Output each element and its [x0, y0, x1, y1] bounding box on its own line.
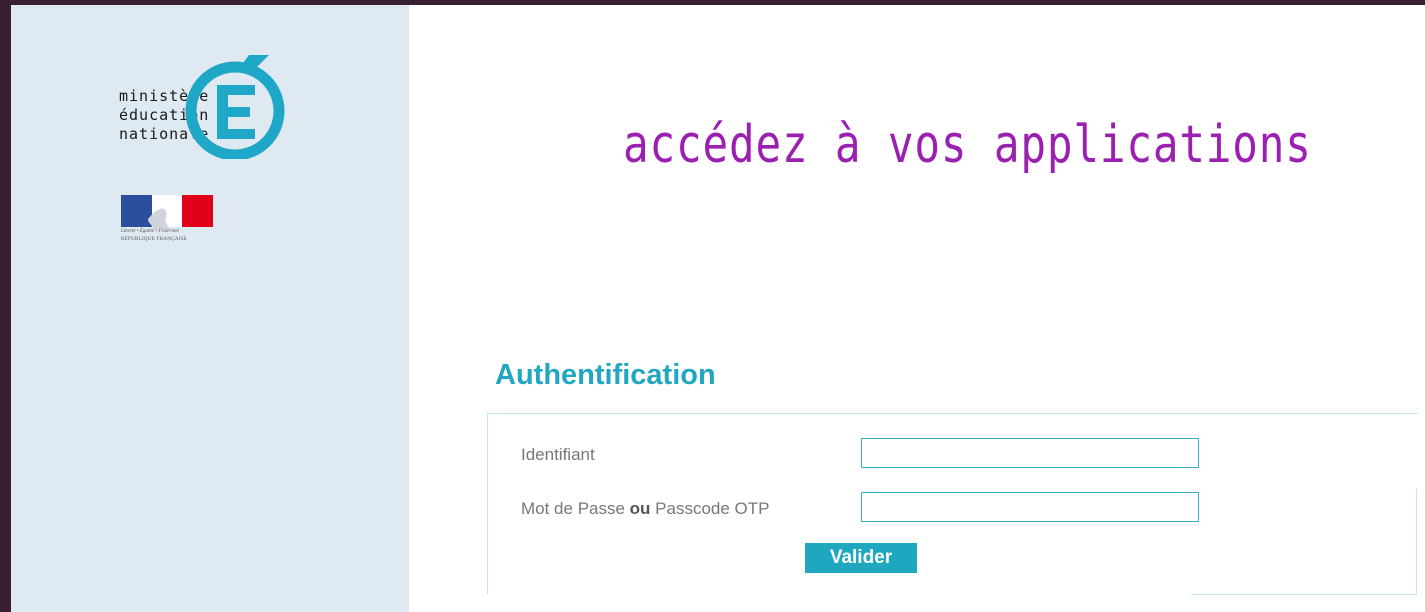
password-input[interactable] — [861, 492, 1199, 522]
emblem-e-icon — [185, 55, 285, 159]
password-label: Mot de Passe ou Passcode OTP — [521, 499, 770, 519]
sidebar: ministère éducation nationale Liberté • … — [11, 5, 409, 612]
republic-motto: Liberté • Égalité • Fraternité — [121, 229, 179, 234]
auth-title: Authentification — [495, 359, 716, 391]
login-page: ministère éducation nationale Liberté • … — [11, 5, 1425, 612]
page-headline: accédez à vos applications — [623, 115, 1312, 175]
password-label-otp: Passcode OTP — [650, 499, 770, 518]
auth-form-border-right — [1416, 489, 1417, 595]
username-label: Identifiant — [521, 445, 595, 464]
republic-name: RÉPUBLIQUE FRANÇAISE — [121, 237, 188, 242]
marianne-logo: Liberté • Égalité • Fraternité RÉPUBLIQU… — [121, 195, 221, 255]
ministry-logo: ministère éducation nationale — [111, 31, 321, 171]
password-label-or: ou — [629, 499, 651, 518]
marianne-profile-icon — [147, 208, 170, 229]
auth-form-border-bottom — [1191, 594, 1417, 595]
username-input[interactable] — [861, 438, 1199, 468]
french-flag-icon — [121, 195, 214, 229]
password-label-main: Mot de Passe — [521, 499, 630, 518]
submit-button[interactable]: Valider — [805, 543, 917, 573]
